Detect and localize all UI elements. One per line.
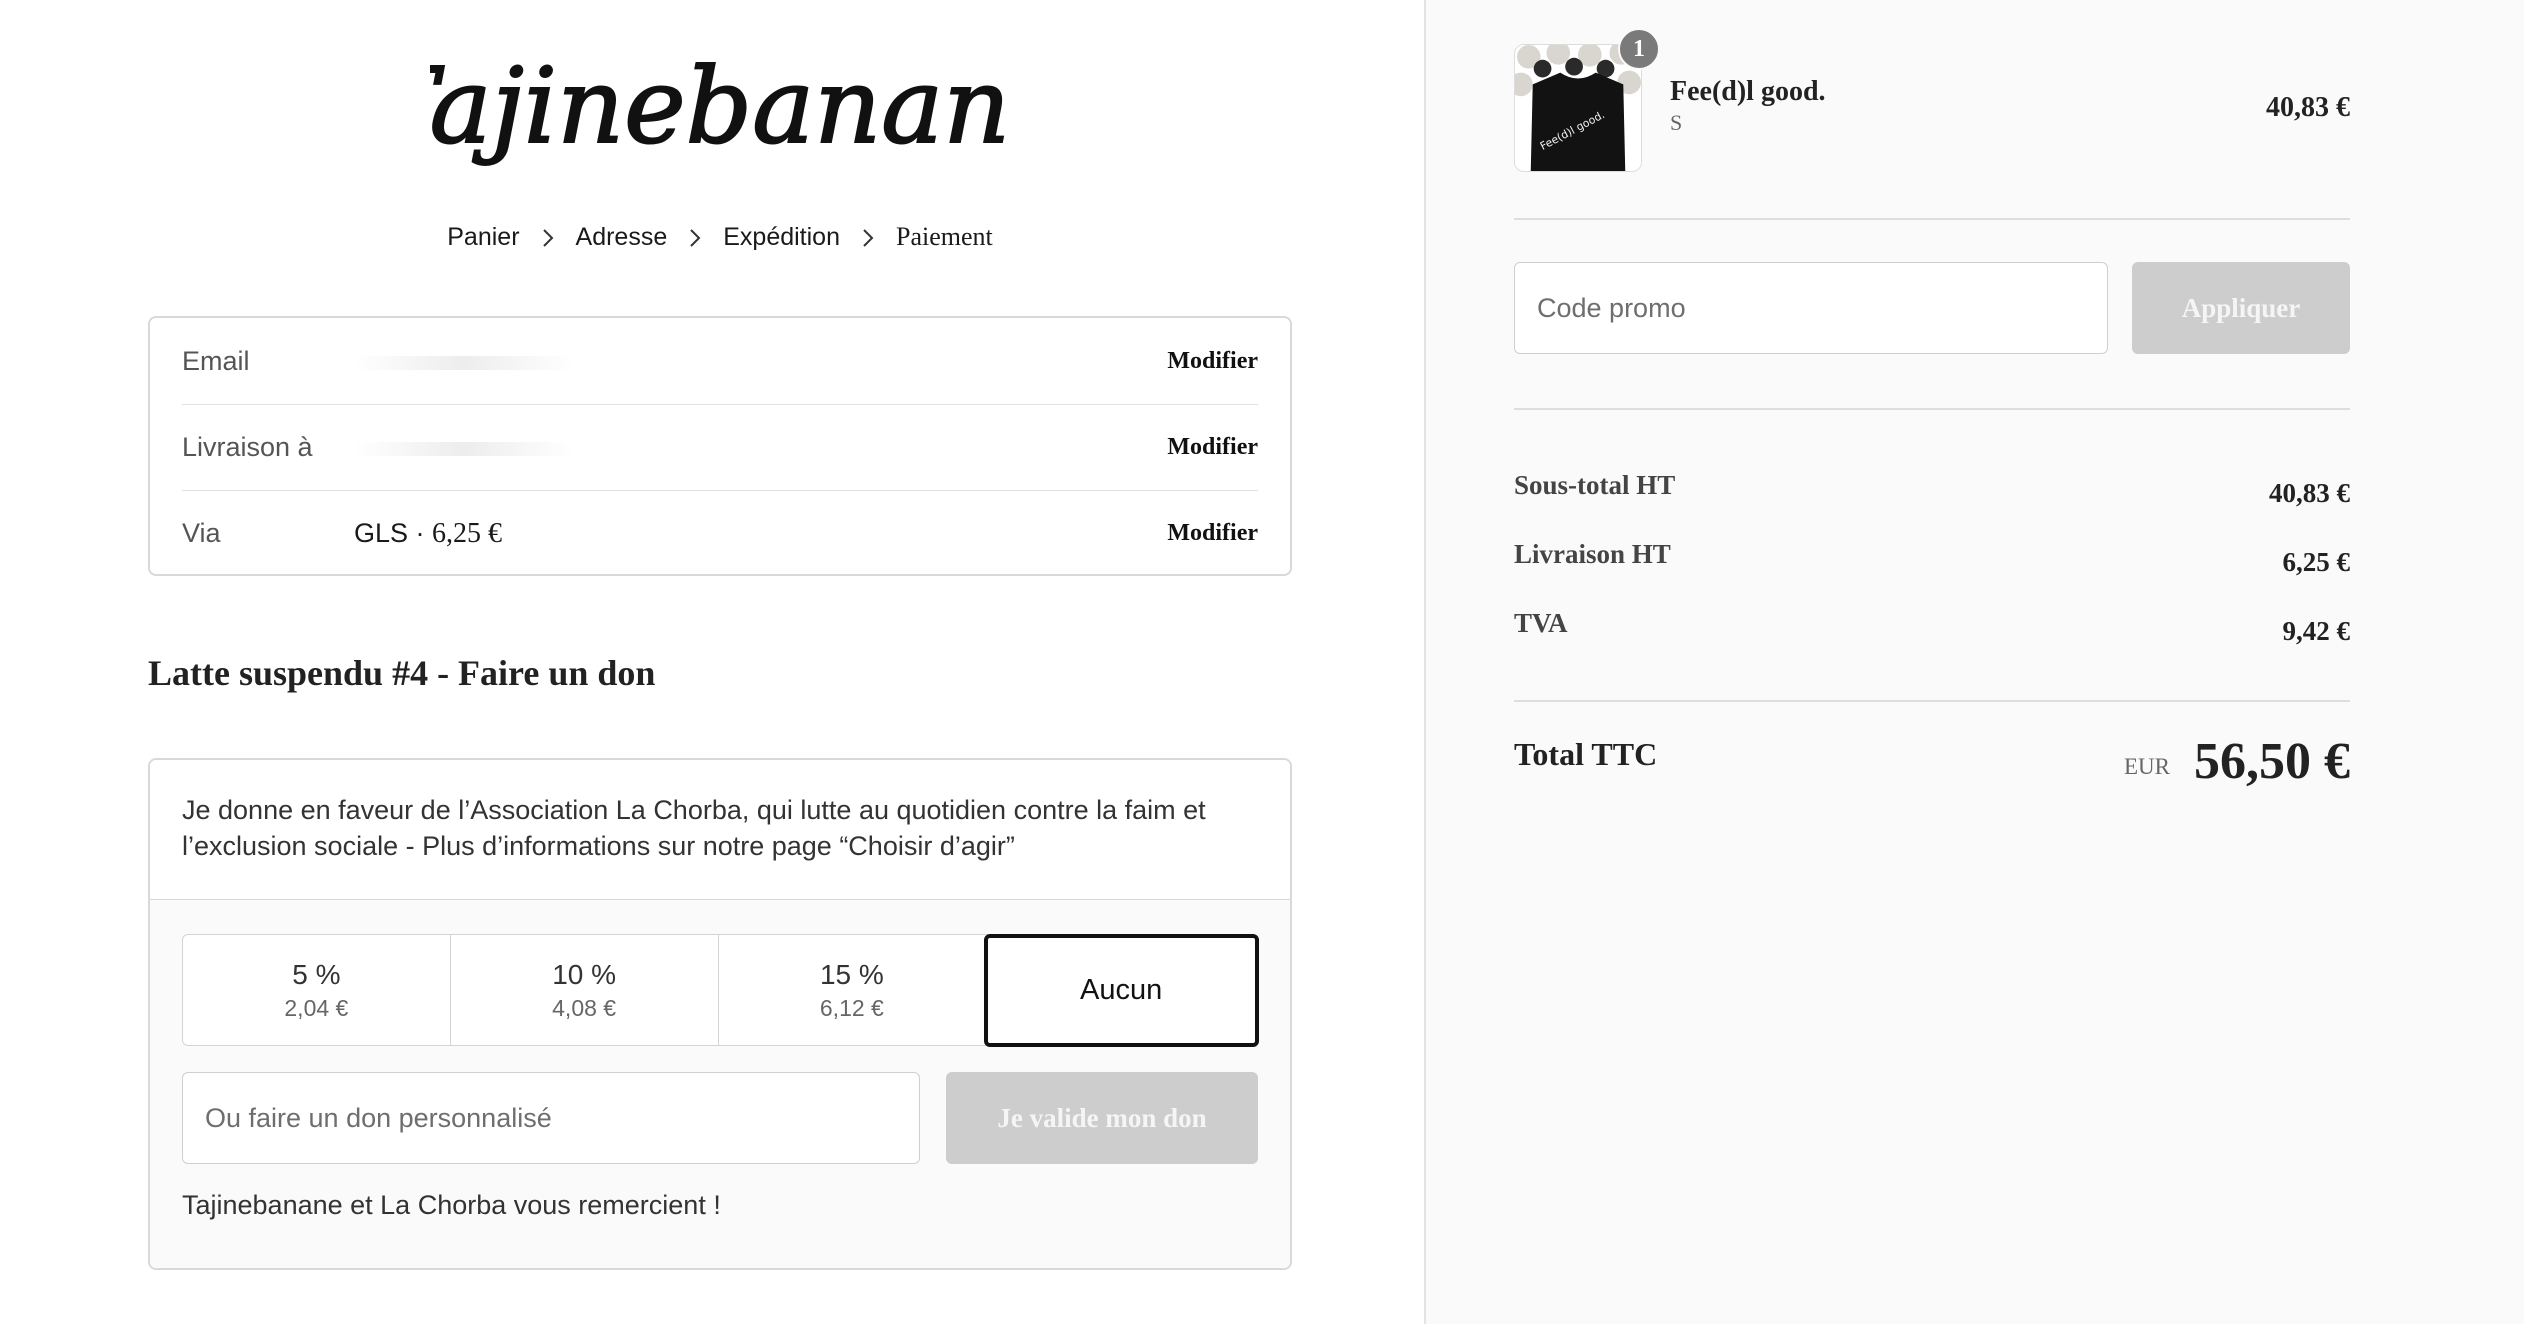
total-line: Total TTC EUR 56,50 €: [1514, 733, 2350, 806]
donation-option-percent: 15 %: [819, 958, 884, 990]
donation-box: Je donne en faveur de l’Association La C…: [148, 758, 1292, 1270]
modify-address-link[interactable]: Modifier: [1167, 434, 1258, 461]
donation-option-amount: 2,04 €: [284, 994, 349, 1021]
subtotal-label: Sous-total HT: [1514, 470, 1676, 500]
shipping-method-label: Via: [182, 518, 221, 548]
breadcrumb-cart[interactable]: Panier: [447, 223, 519, 252]
total-amount: 56,50 €: [2194, 733, 2350, 790]
submit-donation-button[interactable]: Je valide mon don: [946, 1072, 1258, 1164]
carrier-name: GLS ·: [354, 517, 433, 548]
donation-option-amount: 4,08 €: [552, 994, 617, 1021]
tax-line: TVA 9,42 €: [1514, 608, 2350, 646]
shipping-address-label: Livraison à: [182, 432, 313, 462]
shipping-address-value: [354, 432, 1167, 463]
donation-option-percent: 10 %: [552, 958, 617, 990]
logo-script-icon: Tajinebanane: [430, 44, 1010, 168]
brand-logo[interactable]: Tajinebanane: [148, 30, 1292, 190]
donation-thanks: Tajinebanane et La Chorba vous remercien…: [182, 1190, 721, 1220]
donation-option-none[interactable]: Aucun: [983, 933, 1259, 1047]
breadcrumb: Panier Adresse Expédition Paiement: [148, 222, 1292, 252]
redacted-value: [354, 442, 574, 456]
redacted-value: [354, 355, 574, 370]
order-info-review: Email Modifier Livraison à Modifier Via …: [148, 316, 1292, 576]
divider: [1514, 218, 2350, 220]
apply-promo-button[interactable]: Appliquer: [2132, 262, 2350, 354]
donation-description: Je donne en faveur de l’Association La C…: [150, 760, 1290, 900]
tax-value: 9,42 €: [2282, 616, 2351, 646]
breadcrumb-payment: Paiement: [895, 222, 993, 251]
donation-option-10[interactable]: 10 % 4,08 €: [451, 935, 719, 1045]
donation-option-15[interactable]: 15 % 6,12 €: [719, 935, 986, 1045]
email-value: [354, 346, 1167, 377]
chevron-right-icon: [840, 223, 896, 252]
donation-option-5[interactable]: 5 % 2,04 €: [183, 935, 451, 1045]
order-summary: Fee(d)l good. 1 Fee(d)l good. S 40,83 € …: [1424, 0, 2524, 1324]
modify-shipping-link[interactable]: Modifier: [1167, 520, 1258, 547]
product-name: Fee(d)l good.: [1670, 76, 1826, 107]
shipping-method-row: Via GLS · 6,25 € Modifier: [182, 490, 1258, 576]
subtotal-value: 40,83 €: [2269, 478, 2350, 508]
donation-title: Latte suspendu #4 - Faire un don: [148, 653, 656, 693]
divider: [1514, 408, 2350, 410]
tshirt-image-icon: Fee(d)l good.: [1515, 45, 1641, 171]
total-currency: EUR: [2124, 754, 2170, 779]
email-row: Email Modifier: [182, 318, 1258, 404]
shipping-label: Livraison HT: [1514, 539, 1671, 569]
donation-options: 5 % 2,04 € 10 % 4,08 € 15 % 6,12 € Aucun: [182, 933, 1259, 1047]
modify-email-link[interactable]: Modifier: [1167, 348, 1258, 375]
promo-code-input[interactable]: [1514, 262, 2108, 354]
breadcrumb-address[interactable]: Adresse: [576, 223, 668, 252]
breadcrumb-shipping[interactable]: Expédition: [723, 223, 840, 252]
shipping-value: 6,25 €: [2282, 547, 2351, 577]
svg-text:Tajinebanane: Tajinebanane: [430, 45, 1010, 167]
product-variant: S: [1670, 110, 1683, 135]
shipping-line: Livraison HT 6,25 €: [1514, 539, 2350, 577]
donation-option-percent: 5 %: [292, 958, 341, 990]
donation-option-amount: 6,12 €: [819, 994, 884, 1021]
total-label: Total TTC: [1514, 736, 1658, 772]
cart-line-item: Fee(d)l good. 1 Fee(d)l good. S 40,83 €: [1514, 28, 2350, 178]
quantity-badge: 1: [1618, 28, 1660, 70]
chevron-right-icon: [520, 223, 576, 252]
shipping-method-value: GLS · 6,25 €: [354, 518, 1167, 550]
custom-donation-input[interactable]: [182, 1072, 920, 1164]
divider: [1514, 700, 2350, 702]
email-label: Email: [182, 345, 250, 376]
checkout-main: Tajinebanane Panier Adresse Expédition P…: [0, 0, 1424, 1324]
chevron-right-icon: [667, 223, 723, 252]
subtotal-line: Sous-total HT 40,83 €: [1514, 470, 2350, 508]
donation-option-label: Aucun: [1080, 973, 1163, 1006]
donation-body: 5 % 2,04 € 10 % 4,08 € 15 % 6,12 € Aucun…: [150, 900, 1290, 1268]
tax-label: TVA: [1514, 608, 1568, 638]
shipping-price: 6,25 €: [432, 517, 503, 549]
product-price: 40,83 €: [2266, 92, 2350, 123]
shipping-address-row: Livraison à Modifier: [182, 404, 1258, 490]
